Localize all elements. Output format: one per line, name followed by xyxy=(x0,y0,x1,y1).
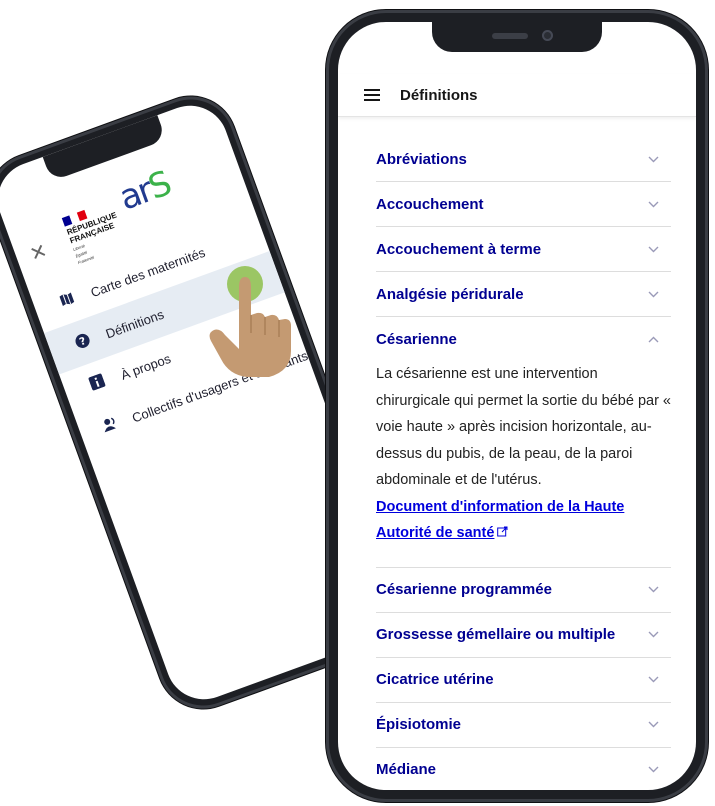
menu-item-label: À propos xyxy=(118,350,173,383)
accordion-item-title: Grossesse gémellaire ou multiple xyxy=(376,626,616,643)
chevron-down-icon xyxy=(647,629,659,641)
accordion-item[interactable]: Accouchement xyxy=(376,182,671,227)
chevron-down-icon xyxy=(647,243,659,255)
right-phone: Définitions Abréviations Accouchement Acco… xyxy=(326,10,708,802)
chevron-down-icon xyxy=(647,674,659,686)
chevron-up-icon xyxy=(647,333,659,345)
definition-text: La césarienne est une intervention chiru… xyxy=(376,366,671,488)
chevron-down-icon xyxy=(647,719,659,731)
accordion-item[interactable]: Abréviations xyxy=(376,137,671,182)
accordion-item[interactable]: Césarienne programmée xyxy=(376,568,671,613)
speaker xyxy=(492,33,528,39)
hamburger-menu-icon[interactable] xyxy=(364,89,380,101)
chevron-down-icon xyxy=(647,584,659,596)
accordion-item[interactable]: Cicatrice utérine xyxy=(376,658,671,703)
accordion-item[interactable]: Épisiotomie xyxy=(376,703,671,748)
question-circle-icon: ? xyxy=(69,330,96,355)
accordion-item[interactable]: Césarienne xyxy=(376,317,671,361)
chevron-down-icon xyxy=(647,198,659,210)
users-icon xyxy=(99,414,122,437)
info-icon xyxy=(84,372,111,396)
chevron-down-icon xyxy=(647,153,659,165)
chevron-down-icon xyxy=(647,764,659,776)
chevron-down-icon xyxy=(647,288,659,300)
republique-francaise-logo: RÉPUBLIQUE FRANÇAISE Liberté Égalité Fra… xyxy=(61,199,132,265)
accordion-item-title: Accouchement à terme xyxy=(376,240,542,258)
map-icon xyxy=(54,289,81,313)
accordion-item[interactable]: Médiane xyxy=(376,748,671,791)
tap-gesture-hand-icon xyxy=(205,263,297,381)
app-bar: Définitions xyxy=(338,74,696,117)
accordion-item-title: Césarienne xyxy=(376,330,457,348)
accordion-item-title: Médiane xyxy=(376,761,437,778)
menu-item-label: Définitions xyxy=(103,306,166,342)
front-camera xyxy=(542,30,553,41)
definitions-accordion: Abréviations Accouchement Accouchement à t… xyxy=(376,137,671,790)
right-phone-notch xyxy=(432,22,602,52)
accordion-item-title: Cicatrice utérine xyxy=(376,671,494,688)
accordion-item[interactable]: Accouchement à terme xyxy=(376,227,671,272)
page-title: Définitions xyxy=(400,86,478,104)
ars-logo: arS xyxy=(114,163,176,219)
right-phone-screen: Définitions Abréviations Accouchement Acco… xyxy=(338,22,696,790)
accordion-item-title: Abréviations xyxy=(376,150,467,168)
accordion-item-title: Accouchement xyxy=(376,195,484,213)
close-icon[interactable]: ✕ xyxy=(26,238,50,267)
accordion-item[interactable]: Grossesse gémellaire ou multiple xyxy=(376,613,671,658)
accordion-item[interactable]: Analgésie péridurale xyxy=(376,272,671,317)
accordion-item-title: Épisiotomie xyxy=(376,716,462,733)
accordion-item-title: Césarienne programmée xyxy=(376,581,552,598)
external-link-icon xyxy=(497,524,508,542)
accordion-panel: La césarienne est une intervention chiru… xyxy=(376,361,671,568)
accordion-item-title: Analgésie péridurale xyxy=(376,285,524,303)
